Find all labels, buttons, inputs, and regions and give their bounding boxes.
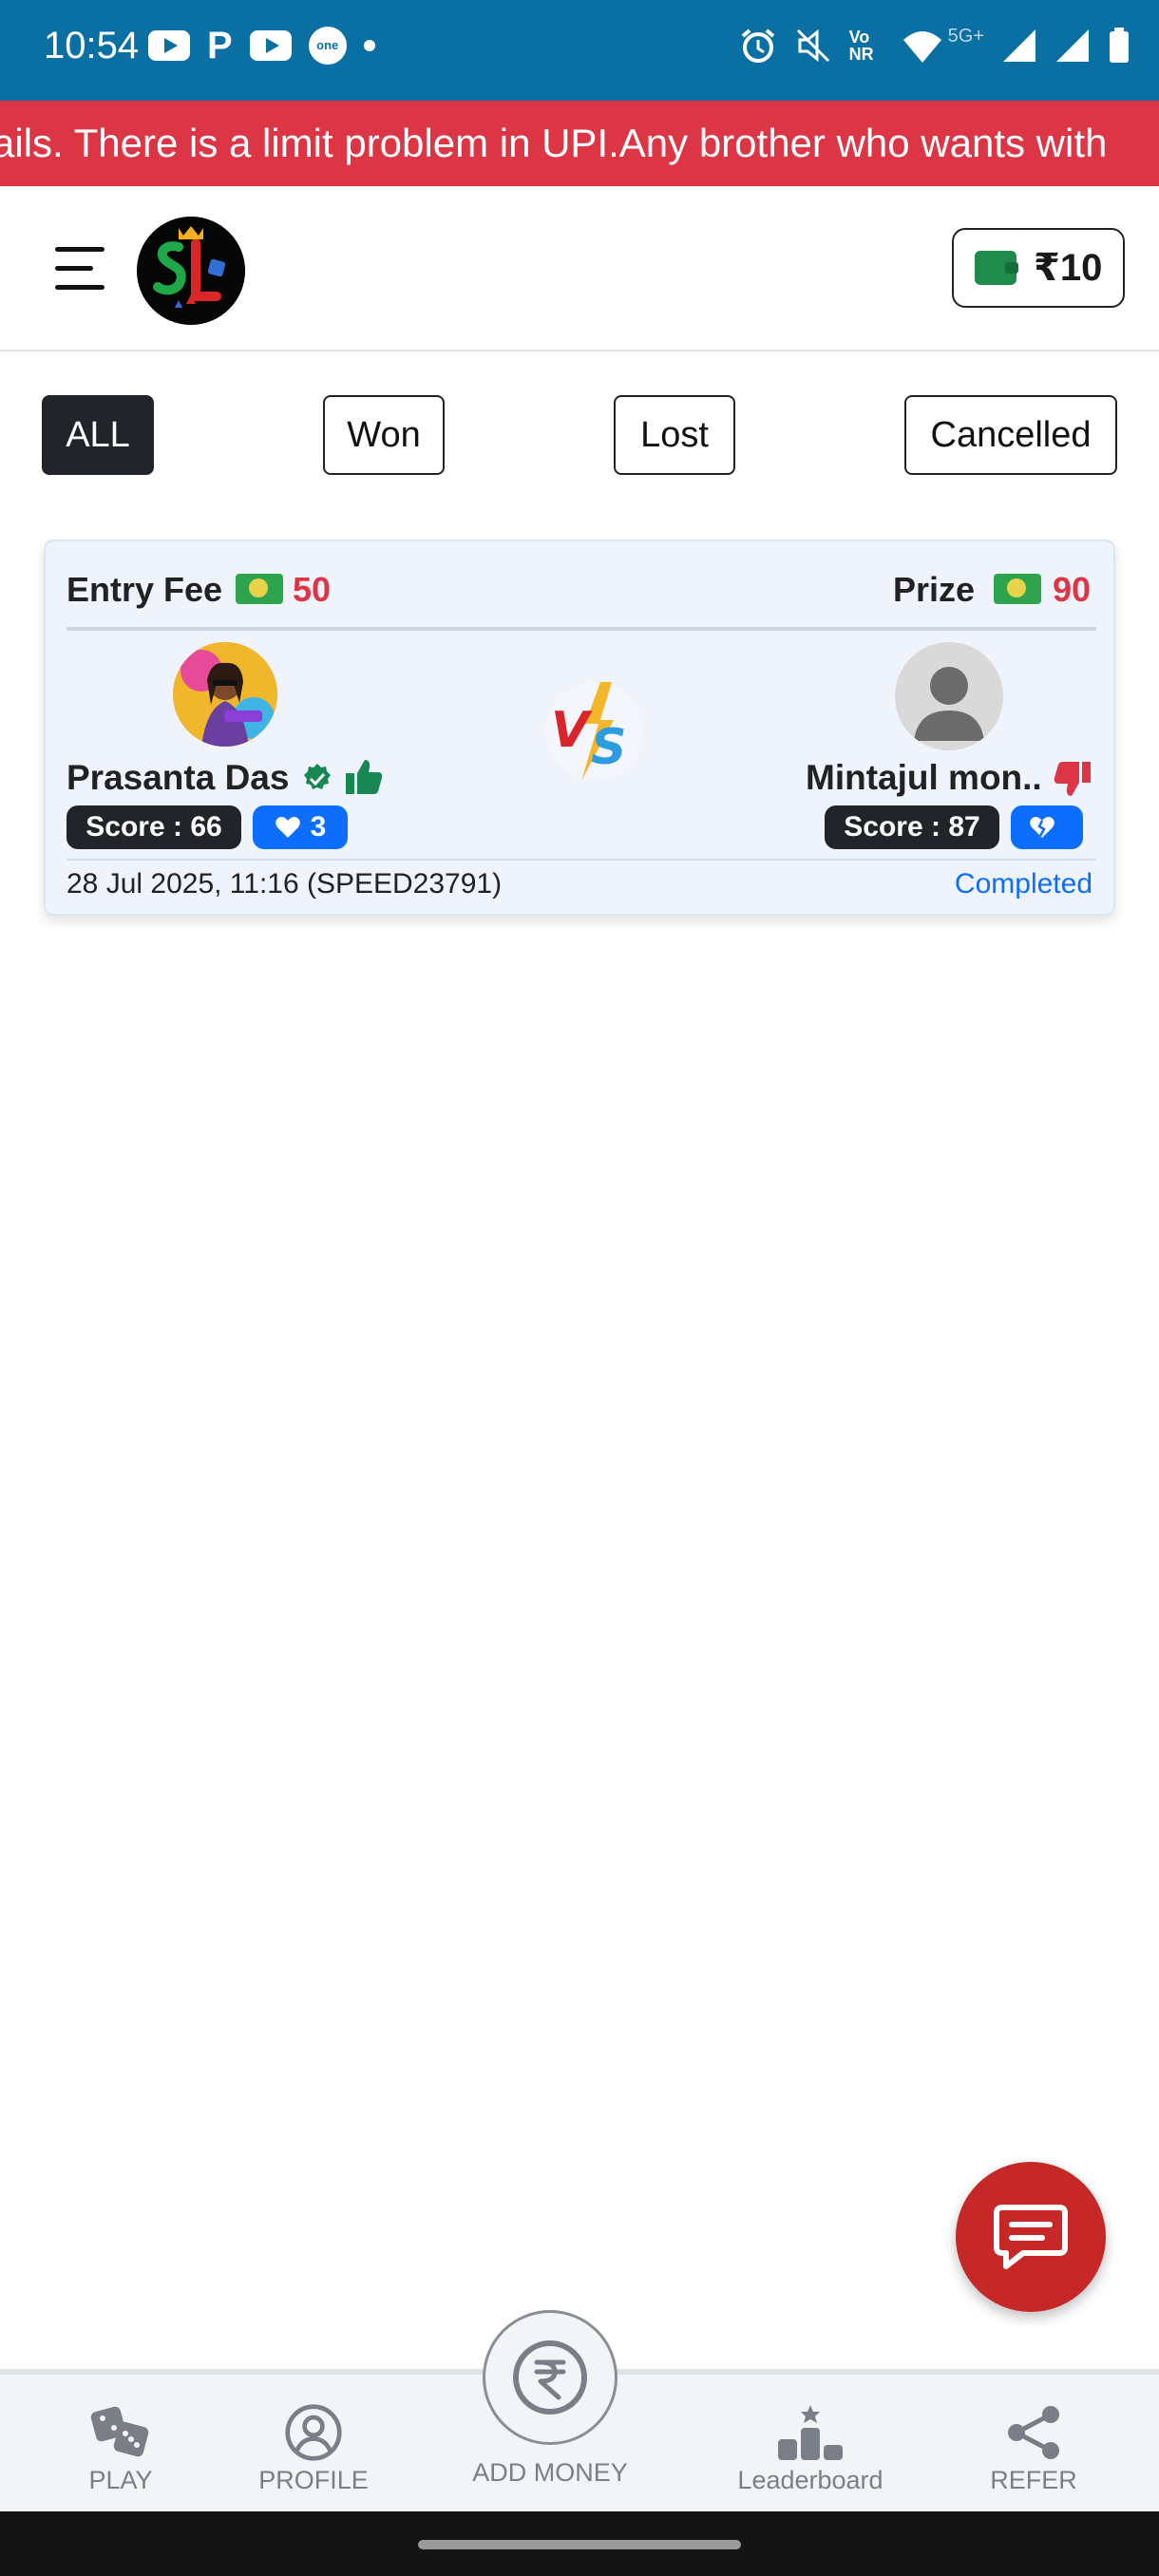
card-divider-bottom bbox=[66, 859, 1096, 861]
app-logo[interactable] bbox=[137, 217, 245, 325]
player2-name: Mintajul mon.. bbox=[806, 758, 1042, 797]
network-type-label: 5G+ bbox=[947, 25, 984, 47]
vs-icon: V S bbox=[540, 676, 650, 786]
rupee-icon bbox=[513, 2340, 587, 2415]
player1-hearts-count: 3 bbox=[310, 811, 327, 843]
wifi-icon bbox=[902, 31, 941, 63]
chat-support-button[interactable] bbox=[956, 2162, 1106, 2312]
system-navigation-bar bbox=[0, 2511, 1159, 2576]
mute-icon bbox=[796, 28, 829, 63]
filter-won-button[interactable]: Won bbox=[323, 395, 445, 475]
nav-play[interactable]: PLAY bbox=[78, 2403, 163, 2495]
nav-refer-label: REFER bbox=[990, 2466, 1077, 2494]
alarm-icon bbox=[741, 28, 774, 63]
nav-profile[interactable]: PROFILE bbox=[256, 2403, 370, 2495]
announcement-marquee: ails. There is a limit problem in UPI.An… bbox=[0, 101, 1159, 186]
cash-icon bbox=[994, 574, 1041, 604]
one-app-icon: one bbox=[308, 27, 347, 65]
filter-lost-button[interactable]: Lost bbox=[614, 395, 735, 475]
more-dot-icon bbox=[363, 40, 375, 51]
status-bar: 10:54 P one Vo NR 5G+ bbox=[0, 0, 1159, 101]
nav-leaderboard[interactable]: Leaderboard bbox=[728, 2403, 893, 2495]
share-icon bbox=[1008, 2406, 1059, 2459]
entry-fee-label: Entry Fee bbox=[66, 570, 223, 609]
app-header: ₹10 bbox=[0, 186, 1159, 351]
prize-value: 90 bbox=[1053, 570, 1092, 609]
player2-hearts-badge bbox=[1011, 805, 1083, 849]
svg-text:S: S bbox=[591, 719, 626, 776]
chat-icon bbox=[994, 2205, 1068, 2269]
notification-icons: P one bbox=[148, 27, 375, 65]
sl-logo-icon bbox=[137, 217, 245, 325]
battery-icon bbox=[1110, 28, 1129, 63]
signal-icon bbox=[1056, 29, 1089, 62]
announcement-text: ails. There is a limit problem in UPI.An… bbox=[0, 121, 1108, 165]
nav-refer[interactable]: REFER bbox=[988, 2403, 1079, 2495]
match-status: Completed bbox=[954, 868, 1092, 900]
signal-icon bbox=[1003, 29, 1036, 62]
nav-profile-label: PROFILE bbox=[258, 2466, 369, 2494]
home-gesture-bar[interactable] bbox=[418, 2540, 741, 2549]
verified-icon bbox=[304, 764, 331, 789]
wallet-icon bbox=[975, 251, 1018, 285]
filter-cancelled-button[interactable]: Cancelled bbox=[904, 395, 1117, 475]
wallet-button[interactable]: ₹10 bbox=[952, 228, 1125, 308]
card-divider bbox=[66, 627, 1096, 631]
add-money-button[interactable] bbox=[483, 2310, 618, 2445]
heart-icon bbox=[275, 817, 300, 838]
status-time: 10:54 bbox=[44, 25, 140, 66]
player1-avatar[interactable] bbox=[173, 642, 277, 747]
cash-icon bbox=[236, 574, 283, 604]
add-money-label: ADD MONEY bbox=[472, 2458, 628, 2487]
thumbs-down-icon bbox=[1054, 762, 1091, 796]
system-icons: Vo NR 5G+ bbox=[739, 25, 1130, 65]
dice-icon bbox=[90, 2406, 149, 2457]
prize-label: Prize bbox=[893, 570, 976, 609]
nav-leaderboard-label: Leaderboard bbox=[737, 2466, 884, 2494]
entry-fee-value: 50 bbox=[293, 570, 332, 609]
player2-score-badge: Score : 87 bbox=[825, 805, 999, 849]
filter-all-button[interactable]: ALL bbox=[42, 395, 154, 475]
youtube-icon bbox=[148, 30, 190, 61]
nav-play-label: PLAY bbox=[88, 2466, 153, 2494]
match-datetime: 28 Jul 2025, 11:16 (SPEED23791) bbox=[66, 868, 503, 900]
player1-score-badge: Score : 66 bbox=[66, 805, 241, 849]
hamburger-icon[interactable] bbox=[55, 247, 104, 291]
p-app-icon: P bbox=[207, 25, 233, 66]
thumbs-up-icon bbox=[346, 760, 383, 794]
youtube-icon bbox=[249, 30, 292, 61]
svg-text:V: V bbox=[551, 702, 593, 759]
volte-label: Vo NR bbox=[848, 28, 874, 64]
leaderboard-icon bbox=[778, 2405, 843, 2460]
player1-name: Prasanta Das bbox=[66, 758, 290, 797]
match-card[interactable]: Entry Fee 50 Prize 90 V S Prasanta Das S… bbox=[44, 540, 1115, 916]
profile-icon bbox=[285, 2404, 342, 2461]
player2-avatar[interactable] bbox=[895, 642, 1003, 750]
wallet-balance: ₹10 bbox=[1034, 247, 1103, 289]
broken-heart-icon bbox=[1030, 817, 1054, 838]
player1-hearts-badge: 3 bbox=[253, 805, 348, 849]
